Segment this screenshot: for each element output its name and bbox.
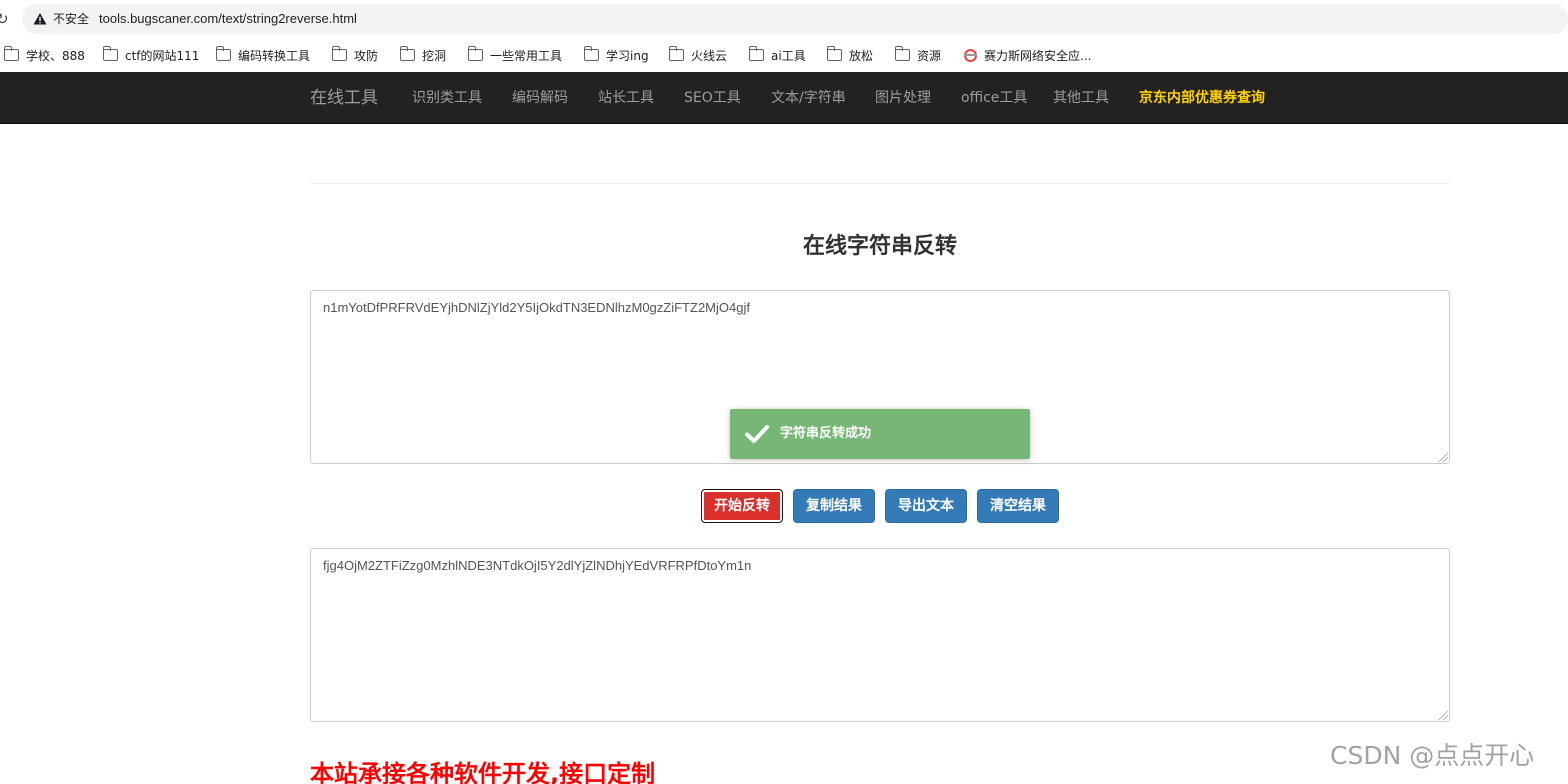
success-toast: 字符串反转成功 [730,409,1030,459]
bookmark-label: 攻防 [354,48,379,63]
nav-item-text-string[interactable]: 文本/字符串 [771,89,846,107]
output-text: fjg4OjM2ZTFiZzg0MzhlNDE3NTdkOjI5Y2dlYjZl… [323,558,752,573]
bookmark-encoding-tools[interactable]: 编码转换工具 [215,46,311,64]
resize-handle-icon[interactable] [1439,453,1448,462]
bookmark-label: 赛力斯网络安全应... [984,48,1092,63]
nav-item-jd-coupon[interactable]: 京东内部优惠券查询 [1139,89,1265,107]
divider [310,183,1450,184]
bookmark-common-tools[interactable]: 一些常用工具 [467,46,563,64]
bookmark-label: 一些常用工具 [490,48,563,63]
address-bar-row: ↻ 不安全 tools.bugscaner.com/text/string2re… [0,0,1568,38]
nav-brand[interactable]: 在线工具 [310,87,378,109]
warning-icon[interactable] [33,12,47,26]
csdn-watermark: CSDN @点点开心 [1330,741,1535,770]
page-title: 在线字符串反转 [802,234,957,259]
input-text: n1mYotDfPRFRVdEYjhDNlZjYld2Y5IjOkdTN3EDN… [323,300,750,315]
bookmark-label: 学校、888 [26,48,85,63]
bookmark-attack-defense[interactable]: 攻防 [331,46,379,64]
promo-text: 本站承接各种软件开发,接口定制 [310,760,656,784]
bookmark-label: 挖洞 [422,48,447,63]
bookmark-seres-security[interactable]: 赛力斯网络安全应... [964,46,1091,64]
folder-icon [467,46,483,61]
bookmark-relax[interactable]: 放松 [826,46,874,64]
bookmark-bug-hunting[interactable]: 挖洞 [399,46,447,64]
folder-icon [3,46,19,61]
nav-item-office-tools[interactable]: office工具 [961,89,1027,107]
nav-item-image-processing[interactable]: 图片处理 [875,89,931,107]
copy-result-button[interactable]: 复制结果 [793,489,875,523]
folder-icon [894,46,910,61]
bookmark-ctf[interactable]: ctf的网站111 [102,46,200,64]
omnibox[interactable]: 不安全 tools.bugscaner.com/text/string2reve… [22,4,1568,34]
check-icon [745,425,769,443]
folder-icon [668,46,684,61]
globe-icon [964,48,977,62]
nav-item-seo-tools[interactable]: SEO工具 [684,89,741,107]
bookmark-school[interactable]: 学校、888 [3,46,85,64]
bookmark-label: 资源 [917,48,942,63]
bookmark-label: 火线云 [691,48,728,63]
toast-message: 字符串反转成功 [780,426,872,441]
folder-icon [826,46,842,61]
bookmark-learning[interactable]: 学习ing [583,46,649,64]
export-text-button[interactable]: 导出文本 [885,489,967,523]
nav-item-encode-decode[interactable]: 编码解码 [512,89,568,107]
nav-item-other-tools[interactable]: 其他工具 [1053,89,1109,107]
url-text[interactable]: tools.bugscaner.com/text/string2reverse.… [99,10,357,28]
nav-item-recognition-tools[interactable]: 识别类工具 [412,89,482,107]
site-navbar: 在线工具 识别类工具 编码解码 站长工具 SEO工具 文本/字符串 图片处理 o… [0,72,1568,124]
bookmark-label: 编码转换工具 [238,48,311,63]
bookmark-resources[interactable]: 资源 [894,46,942,64]
folder-icon [331,46,347,61]
reload-icon[interactable]: ↻ [0,9,12,29]
bookmarks-bar: 学校、888 ctf的网站111 编码转换工具 攻防 挖洞 一些常用工具 学习i… [0,38,1568,72]
bookmark-label: ctf的网站111 [125,48,200,63]
bookmark-label: ai工具 [771,48,806,63]
folder-icon [399,46,415,61]
bookmark-label: 学习ing [606,48,649,63]
reverse-button[interactable]: 开始反转 [701,489,783,523]
resize-handle-icon[interactable] [1439,711,1448,720]
output-textarea[interactable]: fjg4OjM2ZTFiZzg0MzhlNDE3NTdkOjI5Y2dlYjZl… [310,548,1450,722]
folder-icon [583,46,599,61]
folder-icon [748,46,764,61]
nav-item-webmaster-tools[interactable]: 站长工具 [598,89,654,107]
folder-icon [215,46,231,61]
security-label[interactable]: 不安全 [53,10,89,28]
folder-icon [102,46,118,61]
bookmark-label: 放松 [849,48,874,63]
bookmark-ai-tools[interactable]: ai工具 [748,46,806,64]
bookmark-huoxian-cloud[interactable]: 火线云 [668,46,728,64]
clear-result-button[interactable]: 清空结果 [977,489,1059,523]
